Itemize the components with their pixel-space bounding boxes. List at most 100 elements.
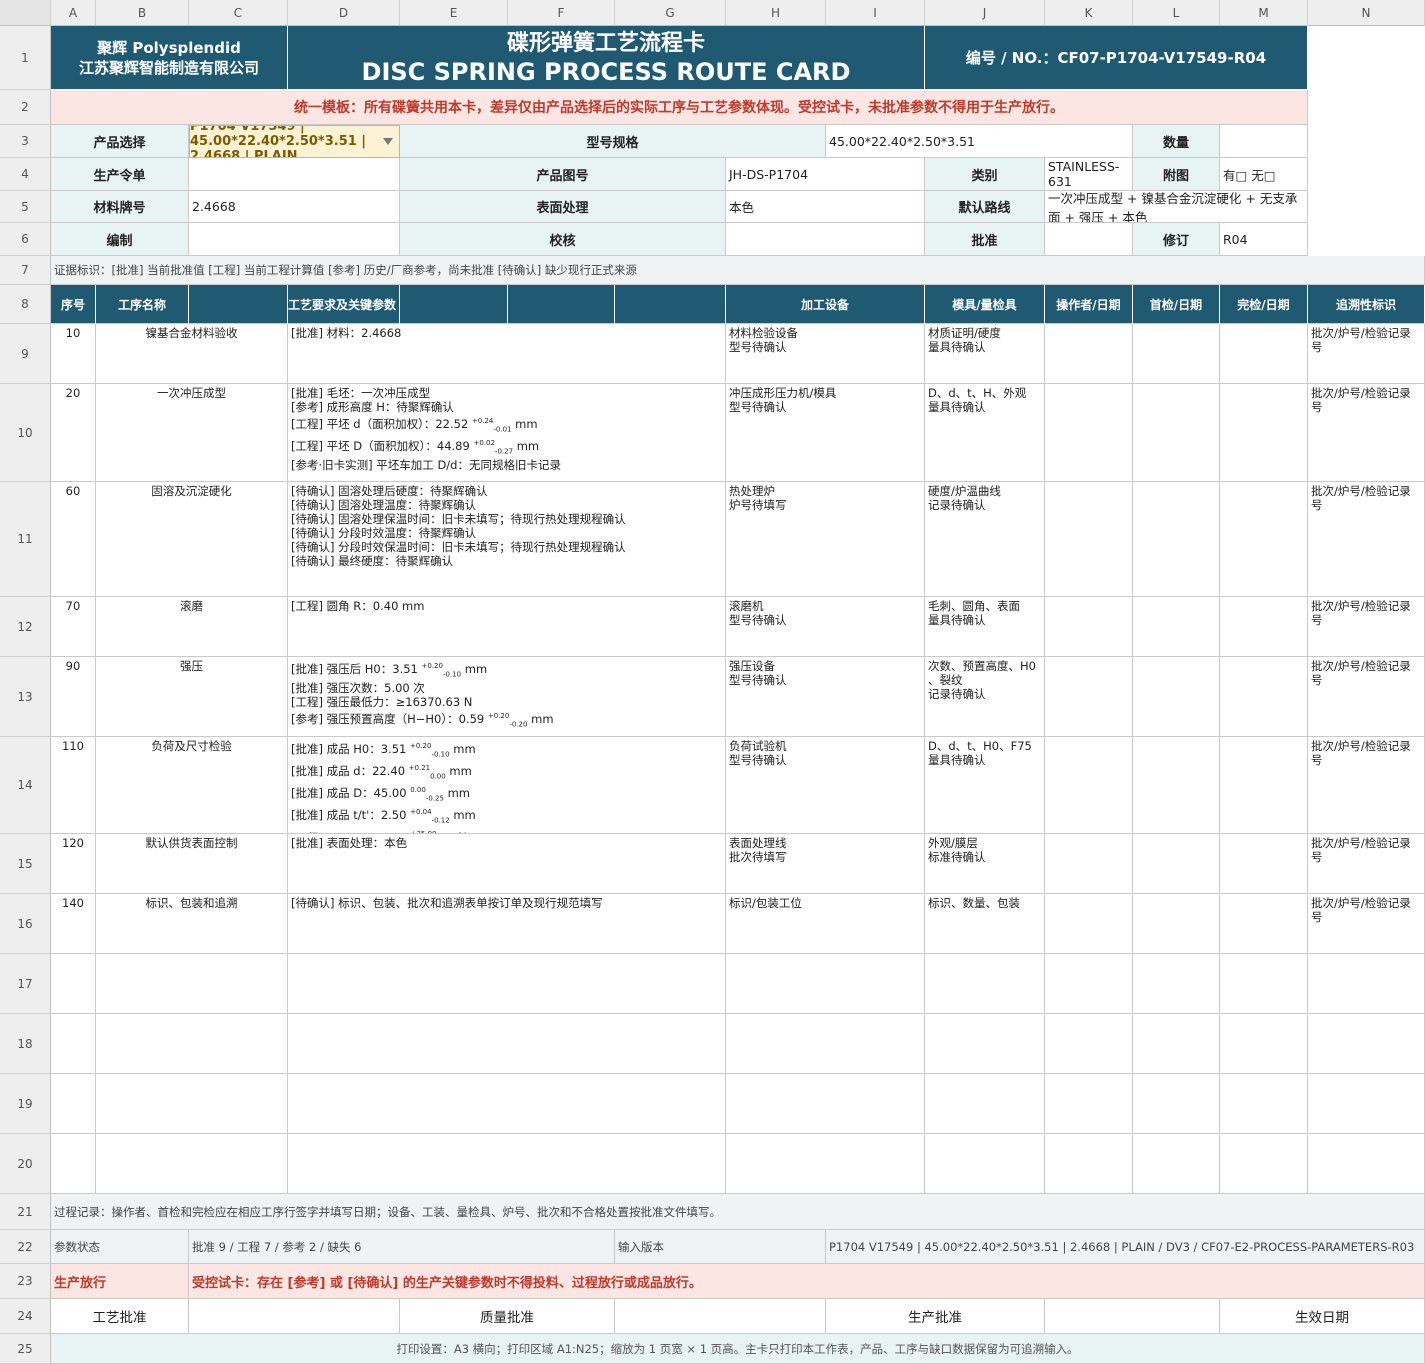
row-header-11[interactable]: 11	[0, 482, 51, 597]
empty-cell[interactable]	[51, 954, 96, 1014]
op-operator-date[interactable]	[1045, 597, 1133, 657]
column-header-j[interactable]: J	[925, 0, 1045, 26]
chevron-down-icon[interactable]	[383, 138, 393, 145]
column-header-g[interactable]: G	[615, 0, 726, 26]
row-header-16[interactable]: 16	[0, 894, 51, 954]
op-traceability[interactable]: 批次/炉号/检验记录号	[1308, 597, 1425, 657]
op-first-check[interactable]	[1133, 894, 1220, 954]
column-header-h[interactable]: H	[726, 0, 826, 26]
row-header-10[interactable]: 10	[0, 384, 51, 482]
op-traceability[interactable]: 批次/炉号/检验记录号	[1308, 384, 1425, 482]
sign-process-field[interactable]	[189, 1299, 400, 1334]
op-requirements[interactable]: [待确认] 标识、包装、批次和追溯表单按订单及现行规范填写	[288, 894, 726, 954]
empty-cell[interactable]	[1308, 954, 1425, 1014]
op-final-check[interactable]	[1220, 834, 1308, 894]
sign-production-field[interactable]	[1045, 1299, 1220, 1334]
surface-value[interactable]: 本色	[726, 191, 925, 223]
empty-cell[interactable]	[1045, 954, 1133, 1014]
empty-cell[interactable]	[925, 1134, 1045, 1194]
empty-cell[interactable]	[1133, 1134, 1220, 1194]
empty-cell[interactable]	[1220, 1074, 1308, 1134]
column-header-b[interactable]: B	[96, 0, 189, 26]
empty-cell[interactable]	[288, 1014, 726, 1074]
column-header-c[interactable]: C	[189, 0, 288, 26]
row-header-25[interactable]: 25	[0, 1334, 51, 1364]
product-select-dropdown[interactable]: P1704 V17549 | 45.00*22.40*2.50*3.51 | 2…	[189, 125, 400, 158]
empty-cell[interactable]	[726, 1134, 925, 1194]
op-equipment[interactable]: 标识/包装工位	[726, 894, 925, 954]
op-final-check[interactable]	[1220, 384, 1308, 482]
checked-value[interactable]	[726, 223, 925, 256]
op-traceability[interactable]: 批次/炉号/检验记录号	[1308, 737, 1425, 834]
op-equipment[interactable]: 滚磨机 型号待确认	[726, 597, 925, 657]
op-requirements[interactable]: [批准] 强压后 H0：3.51 +0.20-0.10 mm [批准] 强压次数：…	[288, 657, 726, 737]
op-operator-date[interactable]	[1045, 384, 1133, 482]
op-tooling[interactable]: 毛刺、圆角、表面 量具待确认	[925, 597, 1045, 657]
op-final-check[interactable]	[1220, 597, 1308, 657]
op-equipment[interactable]: 负荷试验机 型号待确认	[726, 737, 925, 834]
select-all-corner[interactable]	[0, 0, 51, 26]
op-requirements[interactable]: [批准] 表面处理：本色	[288, 834, 726, 894]
row-header-14[interactable]: 14	[0, 737, 51, 834]
row-header-5[interactable]: 5	[0, 191, 51, 223]
op-final-check[interactable]	[1220, 324, 1308, 384]
op-first-check[interactable]	[1133, 737, 1220, 834]
route-value[interactable]: 一次冲压成型 + 镍基合金沉淀硬化 + 无支承面 + 强压 + 本色	[1045, 191, 1308, 223]
op-requirements[interactable]: [待确认] 固溶处理后硬度：待聚辉确认 [待确认] 固溶处理温度：待聚辉确认 [待确…	[288, 482, 726, 597]
op-tooling[interactable]: D、d、t、H0、F75 量具待确认	[925, 737, 1045, 834]
op-operator-date[interactable]	[1045, 834, 1133, 894]
empty-cell[interactable]	[1220, 954, 1308, 1014]
op-tooling[interactable]: 外观/膜层 标准待确认	[925, 834, 1045, 894]
op-equipment[interactable]: 强压设备 型号待确认	[726, 657, 925, 737]
row-header-21[interactable]: 21	[0, 1194, 51, 1230]
row-header-19[interactable]: 19	[0, 1074, 51, 1134]
row-header-20[interactable]: 20	[0, 1134, 51, 1194]
row-header-4[interactable]: 4	[0, 158, 51, 191]
column-header-l[interactable]: L	[1133, 0, 1220, 26]
row-header-15[interactable]: 15	[0, 834, 51, 894]
category-value[interactable]: STAINLESS-631	[1045, 158, 1133, 191]
op-tooling[interactable]: 标识、数量、包装	[925, 894, 1045, 954]
op-equipment[interactable]: 表面处理线 批次待填写	[726, 834, 925, 894]
empty-cell[interactable]	[1308, 1134, 1425, 1194]
row-header-24[interactable]: 24	[0, 1299, 51, 1334]
op-requirements[interactable]: [工程] 圆角 R：0.40 mm	[288, 597, 726, 657]
column-header-a[interactable]: A	[51, 0, 96, 26]
column-header-k[interactable]: K	[1045, 0, 1133, 26]
empty-cell[interactable]	[288, 954, 726, 1014]
column-header-m[interactable]: M	[1220, 0, 1308, 26]
op-traceability[interactable]: 批次/炉号/检验记录号	[1308, 657, 1425, 737]
drawing-value[interactable]: JH-DS-P1704	[726, 158, 925, 191]
op-first-check[interactable]	[1133, 597, 1220, 657]
op-tooling[interactable]: 次数、预置高度、H0 、裂纹 记录待确认	[925, 657, 1045, 737]
attach-value[interactable]: 有□ 无□	[1220, 158, 1308, 191]
column-header-d[interactable]: D	[288, 0, 400, 26]
prepared-value[interactable]	[189, 223, 400, 256]
empty-cell[interactable]	[96, 1134, 288, 1194]
empty-cell[interactable]	[96, 1074, 288, 1134]
empty-cell[interactable]	[1045, 1134, 1133, 1194]
empty-cell[interactable]	[726, 1074, 925, 1134]
empty-cell[interactable]	[1133, 1074, 1220, 1134]
empty-cell[interactable]	[1308, 1074, 1425, 1134]
empty-cell[interactable]	[1133, 1014, 1220, 1074]
empty-cell[interactable]	[51, 1014, 96, 1074]
op-first-check[interactable]	[1133, 657, 1220, 737]
empty-cell[interactable]	[1045, 1014, 1133, 1074]
empty-cell[interactable]	[1308, 1014, 1425, 1074]
row-header-1[interactable]: 1	[0, 26, 51, 90]
row-header-17[interactable]: 17	[0, 954, 51, 1014]
row-header-23[interactable]: 23	[0, 1264, 51, 1299]
op-operator-date[interactable]	[1045, 737, 1133, 834]
column-header-e[interactable]: E	[400, 0, 508, 26]
empty-cell[interactable]	[288, 1074, 726, 1134]
empty-cell[interactable]	[96, 954, 288, 1014]
row-header-7[interactable]: 7	[0, 256, 51, 285]
op-operator-date[interactable]	[1045, 324, 1133, 384]
empty-cell[interactable]	[1045, 1074, 1133, 1134]
op-tooling[interactable]: D、d、t、H、外观 量具待确认	[925, 384, 1045, 482]
row-header-2[interactable]: 2	[0, 90, 51, 125]
row-header-13[interactable]: 13	[0, 657, 51, 737]
op-operator-date[interactable]	[1045, 482, 1133, 597]
empty-cell[interactable]	[96, 1014, 288, 1074]
